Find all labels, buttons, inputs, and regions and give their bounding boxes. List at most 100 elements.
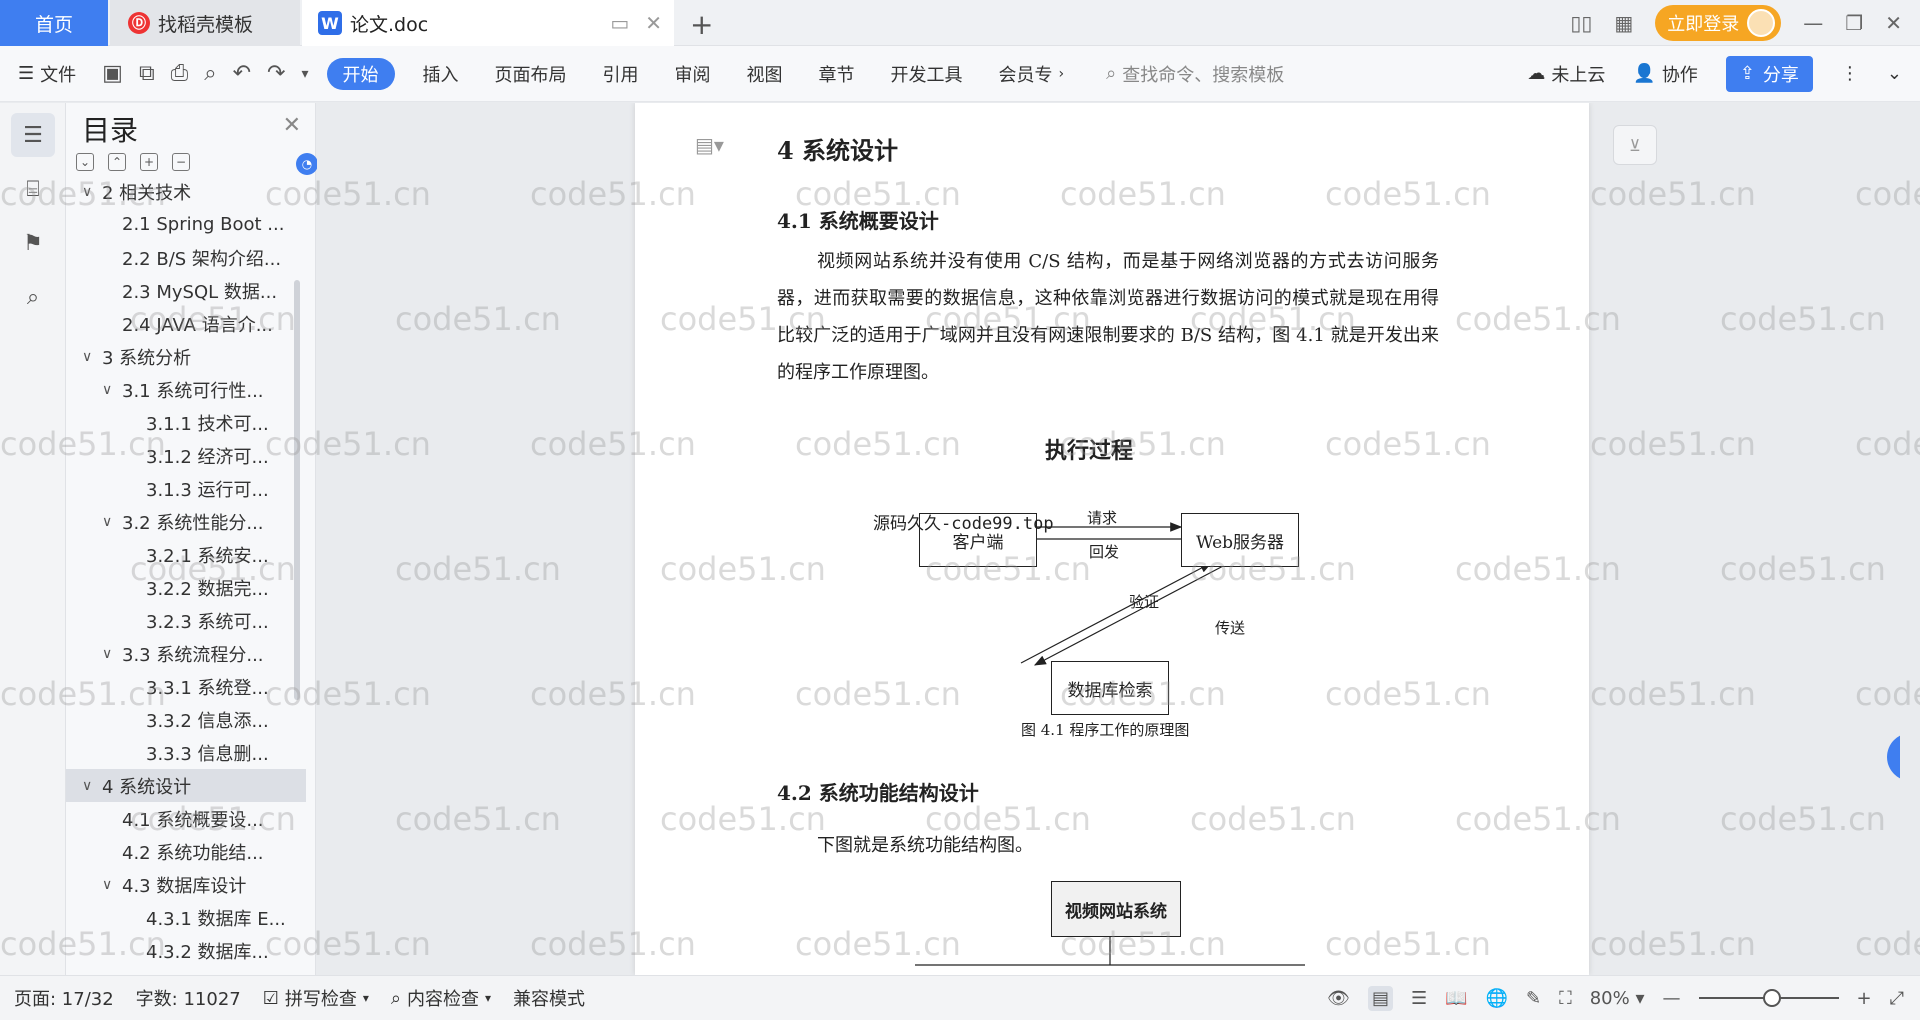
toc-scrollbar[interactable] <box>294 280 300 700</box>
zoom-in-icon[interactable]: + <box>1857 988 1872 1009</box>
minimize-icon[interactable]: — <box>1803 11 1823 35</box>
toc-item[interactable]: 3.3.2 信息添... <box>66 703 306 736</box>
fit-page-icon[interactable]: ⛶ <box>1559 988 1572 1009</box>
menu-item-insert[interactable]: 插入 <box>405 46 477 102</box>
toc-item[interactable]: ∨ 3.1 系统可行性... <box>66 373 306 406</box>
toc-item[interactable]: 3.2.3 系统可... <box>66 604 306 637</box>
eye-icon[interactable]: 👁 <box>1327 988 1350 1009</box>
toc-item[interactable]: 3.1.3 运行可... <box>66 472 306 505</box>
collapse-ribbon-icon[interactable]: ⌄ <box>1887 63 1902 84</box>
close-window-icon[interactable]: ✕ <box>1885 11 1902 35</box>
cloud-status[interactable]: ☁ 未上云 <box>1527 46 1605 102</box>
chevron-down-icon[interactable]: ∨ <box>102 877 122 893</box>
tab-template[interactable]: Ⓓ 找稻壳模板 <box>110 0 300 46</box>
menu-item-review[interactable]: 审阅 <box>657 46 729 102</box>
chevron-down-icon[interactable]: ∨ <box>102 382 122 398</box>
login-button[interactable]: 立即登录 <box>1655 5 1782 41</box>
toc-item[interactable]: ∨ 3.3 系统流程分... <box>66 637 306 670</box>
word-count[interactable]: 字数: 11027 <box>136 985 241 1011</box>
toc-item[interactable]: 2.4 JAVA 语言介... <box>66 307 306 340</box>
chevron-down-icon[interactable]: ∨ <box>102 514 122 530</box>
close-tab-icon[interactable]: ✕ <box>645 11 662 35</box>
menu-item-view[interactable]: 视图 <box>729 46 801 102</box>
heading-function-structure: 4.2 系统功能结构设计 <box>777 781 979 805</box>
web-view-icon[interactable]: 🌐 <box>1486 988 1508 1009</box>
spell-check-button[interactable]: ☑ 拼写检查 ▾ <box>263 985 369 1011</box>
toc-item[interactable]: ∨ 4 系统设计 <box>66 769 306 802</box>
redo-icon[interactable]: ↷ <box>259 61 293 86</box>
sync-icon[interactable]: ◔ <box>296 153 318 175</box>
page-count[interactable]: 页面: 17/32 <box>14 985 114 1011</box>
menu-item-references[interactable]: 引用 <box>585 46 657 102</box>
close-icon[interactable]: ✕ <box>283 113 301 138</box>
zoom-level[interactable]: 80% ▾ <box>1590 988 1645 1009</box>
chevron-down-icon[interactable]: ∨ <box>82 778 102 794</box>
toc-item[interactable]: 2.3 MySQL 数据... <box>66 274 306 307</box>
undo-icon[interactable]: ↶ <box>225 61 259 86</box>
command-search[interactable]: ⌕ 查找命令、搜索模板 <box>1106 61 1284 87</box>
fold-panel-button[interactable]: ⊻ <box>1613 125 1657 165</box>
toc-item[interactable]: 3.3.1 系统登... <box>66 670 306 703</box>
chevron-down-icon[interactable]: ∨ <box>82 349 102 365</box>
chevron-down-icon[interactable]: ∨ <box>82 184 102 200</box>
chevron-down-icon[interactable]: ∨ <box>102 646 122 662</box>
tab-home[interactable]: 首页 <box>0 0 108 46</box>
toc-item[interactable]: 2.1 Spring Boot ... <box>66 208 306 241</box>
toc-item[interactable]: 3.2.1 系统安... <box>66 538 306 571</box>
print-icon[interactable]: ⎙ <box>163 61 197 86</box>
new-tab-button[interactable]: + <box>690 8 713 41</box>
remove-heading-icon[interactable]: − <box>172 153 190 171</box>
toc-item[interactable]: 3.1.1 技术可... <box>66 406 306 439</box>
toc-item[interactable]: ∨ 2 相关技术 <box>66 175 306 208</box>
toc-item[interactable]: 4.3.2 数据库... <box>66 934 306 962</box>
menu-item-member[interactable]: 会员专 › <box>981 46 1083 102</box>
reading-view-icon[interactable]: 📖 <box>1445 988 1467 1009</box>
menu-item-devtools[interactable]: 开发工具 <box>873 46 981 102</box>
export-icon[interactable]: ⧉ <box>131 61 163 86</box>
content-check-button[interactable]: ⌕ 内容检查 ▾ <box>391 985 491 1011</box>
fullscreen-icon[interactable]: ⤢ <box>1890 988 1904 1009</box>
expand-all-icon[interactable]: ⌃ <box>108 153 126 171</box>
toc-item[interactable]: 2.2 B/S 架构介绍... <box>66 241 306 274</box>
layout-icon[interactable]: ▯▯ <box>1570 11 1592 35</box>
toc-item[interactable]: 4.1 系统概要设... <box>66 802 306 835</box>
toc-item[interactable]: ∨ 4.3 数据库设计 <box>66 868 306 901</box>
add-heading-icon[interactable]: + <box>140 153 158 171</box>
more-options-icon[interactable]: ⋮ <box>1841 63 1859 84</box>
zoom-slider[interactable] <box>1698 989 1839 1007</box>
document-page[interactable]: ▤▾ 4 系统设计 4.1 系统概要设计 视频网站系统并没有使用 C/S 结构，… <box>635 103 1589 975</box>
nav-structure-icon[interactable]: ⌸ <box>11 167 55 211</box>
page-view-icon[interactable]: ▤ <box>1368 985 1394 1011</box>
toc-item[interactable]: 3.1.2 经济可... <box>66 439 306 472</box>
toc-icon[interactable]: ☰ <box>11 113 55 157</box>
restore-icon[interactable]: ❐ <box>1845 11 1863 35</box>
paragraph-menu-icon[interactable]: ▤▾ <box>695 133 724 157</box>
toc-item[interactable]: ∨ 3.2 系统性能分... <box>66 505 306 538</box>
save-icon[interactable]: ▣ <box>94 61 131 86</box>
window-icon[interactable]: ▭ <box>610 11 629 35</box>
zoom-slider-knob[interactable] <box>1762 989 1781 1007</box>
pen-icon[interactable]: ✎ <box>1526 988 1541 1009</box>
outline-view-icon[interactable]: ☰ <box>1411 988 1427 1009</box>
toc-item[interactable]: 3.3.3 信息删... <box>66 736 306 769</box>
toc-item[interactable]: 3.2.2 数据完... <box>66 571 306 604</box>
zoom-out-icon[interactable]: — <box>1663 988 1681 1009</box>
toc-item[interactable]: ∨ 3 系统分析 <box>66 340 306 373</box>
more-chevron-icon[interactable]: ▾ <box>293 66 316 82</box>
menu-item-layout[interactable]: 页面布局 <box>477 46 585 102</box>
file-menu[interactable]: ☰ 文件 <box>0 46 94 102</box>
collapse-all-icon[interactable]: ⌄ <box>76 153 94 171</box>
grid-icon[interactable]: ▦ <box>1614 11 1633 35</box>
toc-item[interactable]: 4.3.1 数据库 E... <box>66 901 306 934</box>
collab-button[interactable]: 👤 协作 <box>1633 46 1697 102</box>
toc-item[interactable]: 4.2 系统功能结... <box>66 835 306 868</box>
tab-document[interactable]: W 论文.doc ▭ ✕ <box>302 0 674 46</box>
expand-sidebar-button[interactable]: ‹ <box>1887 733 1900 781</box>
preview-icon[interactable]: ⌕ <box>196 61 224 86</box>
server-label: Web服务器 <box>1195 532 1285 553</box>
menu-item-chapter[interactable]: 章节 <box>801 46 873 102</box>
share-button[interactable]: ⇪ 分享 <box>1725 55 1813 92</box>
search-icon[interactable]: ⌕ <box>11 275 55 319</box>
menu-item-start[interactable]: 开始 <box>326 57 395 90</box>
bookmark-icon[interactable]: ⚑ <box>11 221 55 265</box>
